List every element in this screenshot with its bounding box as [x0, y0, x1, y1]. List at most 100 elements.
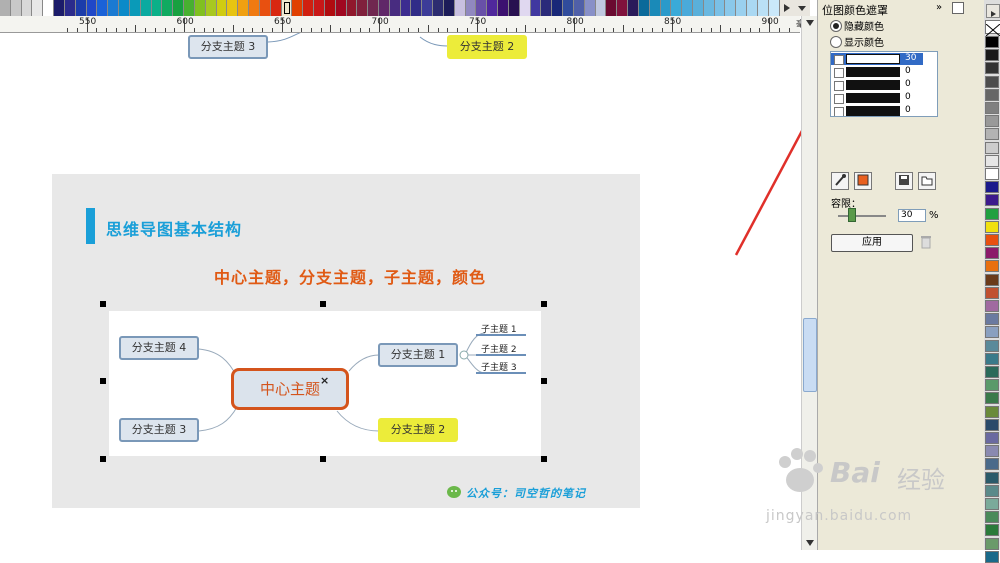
color-swatch[interactable] — [985, 168, 999, 180]
color-swatch[interactable] — [985, 207, 999, 220]
hide-color-radio[interactable] — [830, 20, 842, 32]
color-swatch[interactable] — [281, 0, 293, 16]
mask-row-checkbox[interactable] — [834, 81, 844, 91]
color-swatch[interactable] — [985, 62, 999, 75]
color-swatch[interactable] — [617, 0, 629, 16]
color-swatch[interactable] — [985, 484, 999, 497]
color-swatch[interactable] — [985, 550, 999, 563]
color-swatch[interactable] — [270, 0, 282, 16]
tolerance-slider-track[interactable] — [838, 215, 886, 217]
color-swatch[interactable] — [64, 0, 76, 16]
branch-node-2[interactable]: 分支主题 2 — [378, 418, 458, 442]
docker-pin-icon[interactable] — [952, 2, 964, 14]
color-swatch[interactable] — [985, 524, 999, 537]
color-swatch[interactable] — [757, 0, 769, 16]
color-swatch[interactable] — [985, 194, 999, 207]
color-swatch[interactable] — [725, 0, 737, 16]
color-swatch[interactable] — [487, 0, 499, 16]
color-swatch[interactable] — [985, 432, 999, 444]
color-swatch[interactable] — [985, 471, 999, 484]
color-swatch[interactable] — [985, 247, 999, 260]
color-swatch[interactable] — [985, 445, 999, 458]
scrollbar-thumb[interactable] — [803, 318, 817, 392]
mask-row[interactable]: 0 — [831, 105, 923, 116]
branch-node-4[interactable]: 分支主题 4 — [119, 336, 199, 360]
tolerance-input[interactable]: 30 — [898, 209, 926, 222]
mask-list-scrollbar[interactable] — [937, 53, 938, 115]
color-swatch[interactable] — [985, 300, 999, 312]
color-swatch[interactable] — [259, 0, 271, 16]
color-swatch[interactable] — [985, 75, 999, 88]
color-swatch[interactable] — [21, 0, 33, 16]
color-swatch[interactable] — [162, 0, 174, 16]
color-swatch[interactable] — [552, 0, 564, 16]
color-swatch[interactable] — [573, 0, 585, 16]
delete-icon[interactable] — [919, 234, 933, 250]
color-swatch[interactable] — [498, 0, 509, 16]
color-swatch[interactable] — [346, 0, 358, 16]
color-swatch[interactable] — [714, 0, 726, 16]
color-swatch[interactable] — [454, 0, 466, 16]
color-swatch[interactable] — [985, 537, 999, 550]
mask-row[interactable]: 0 — [831, 79, 923, 91]
color-swatch[interactable] — [443, 0, 455, 16]
color-swatch[interactable] — [985, 141, 999, 154]
color-swatch[interactable] — [173, 0, 185, 16]
color-swatch[interactable] — [736, 0, 748, 16]
color-swatch[interactable] — [368, 0, 379, 16]
color-swatch[interactable] — [563, 0, 574, 16]
color-swatch[interactable] — [985, 418, 999, 431]
color-swatch[interactable] — [422, 0, 434, 16]
mask-row-checkbox[interactable]: ✓ — [834, 55, 844, 65]
color-swatch[interactable] — [411, 0, 423, 16]
color-swatch[interactable] — [194, 0, 206, 16]
color-swatch[interactable] — [324, 0, 336, 16]
top-node-branch-3[interactable]: 分支主题 3 — [188, 35, 268, 59]
color-swatch[interactable] — [0, 0, 11, 16]
color-swatch[interactable] — [140, 0, 152, 16]
save-mask-icon[interactable] — [895, 172, 913, 190]
mask-row-checkbox[interactable] — [834, 68, 844, 78]
color-swatch[interactable] — [10, 0, 22, 16]
color-swatch[interactable] — [86, 0, 98, 16]
color-swatch[interactable] — [985, 286, 999, 299]
color-swatch[interactable] — [628, 0, 639, 16]
color-swatch[interactable] — [108, 0, 120, 16]
mask-row[interactable]: 0 — [831, 66, 923, 78]
show-color-radio[interactable] — [830, 36, 842, 48]
color-swatch[interactable] — [97, 0, 109, 16]
color-swatch[interactable] — [985, 234, 999, 246]
color-swatch[interactable] — [985, 220, 999, 233]
color-swatch[interactable] — [303, 0, 315, 16]
branch-node-1[interactable]: 分支主题 1 — [378, 343, 458, 367]
color-mask-list[interactable]: ✓ 30 0 0 0 0 — [830, 51, 938, 117]
palette-scroll-buttons[interactable] — [780, 0, 810, 16]
top-node-branch-2[interactable]: 分支主题 2 — [447, 35, 527, 59]
selection-handle[interactable] — [320, 301, 326, 307]
color-swatch[interactable] — [985, 115, 999, 128]
color-swatch[interactable] — [378, 0, 390, 16]
color-swatch[interactable] — [985, 511, 999, 524]
selection-handle[interactable] — [320, 456, 326, 462]
color-swatch[interactable] — [335, 0, 347, 16]
color-swatch[interactable] — [985, 326, 999, 339]
color-swatch[interactable] — [519, 0, 531, 16]
color-swatch[interactable] — [638, 0, 650, 16]
color-swatch[interactable] — [985, 458, 999, 471]
color-swatch[interactable] — [985, 88, 999, 101]
color-swatch[interactable] — [465, 0, 477, 16]
color-swatch[interactable] — [747, 0, 758, 16]
color-swatch[interactable] — [649, 0, 661, 16]
color-swatch[interactable] — [32, 0, 44, 16]
color-swatch[interactable] — [703, 0, 715, 16]
color-swatch[interactable] — [985, 366, 999, 378]
color-swatch[interactable] — [75, 0, 87, 16]
color-swatch[interactable] — [129, 0, 141, 16]
color-swatch[interactable] — [768, 0, 780, 16]
color-swatch[interactable] — [660, 0, 672, 16]
color-swatch[interactable] — [985, 128, 999, 141]
color-swatch[interactable] — [985, 260, 999, 273]
color-swatch[interactable] — [54, 0, 65, 16]
color-swatch[interactable] — [476, 0, 488, 16]
color-swatch[interactable] — [693, 0, 704, 16]
